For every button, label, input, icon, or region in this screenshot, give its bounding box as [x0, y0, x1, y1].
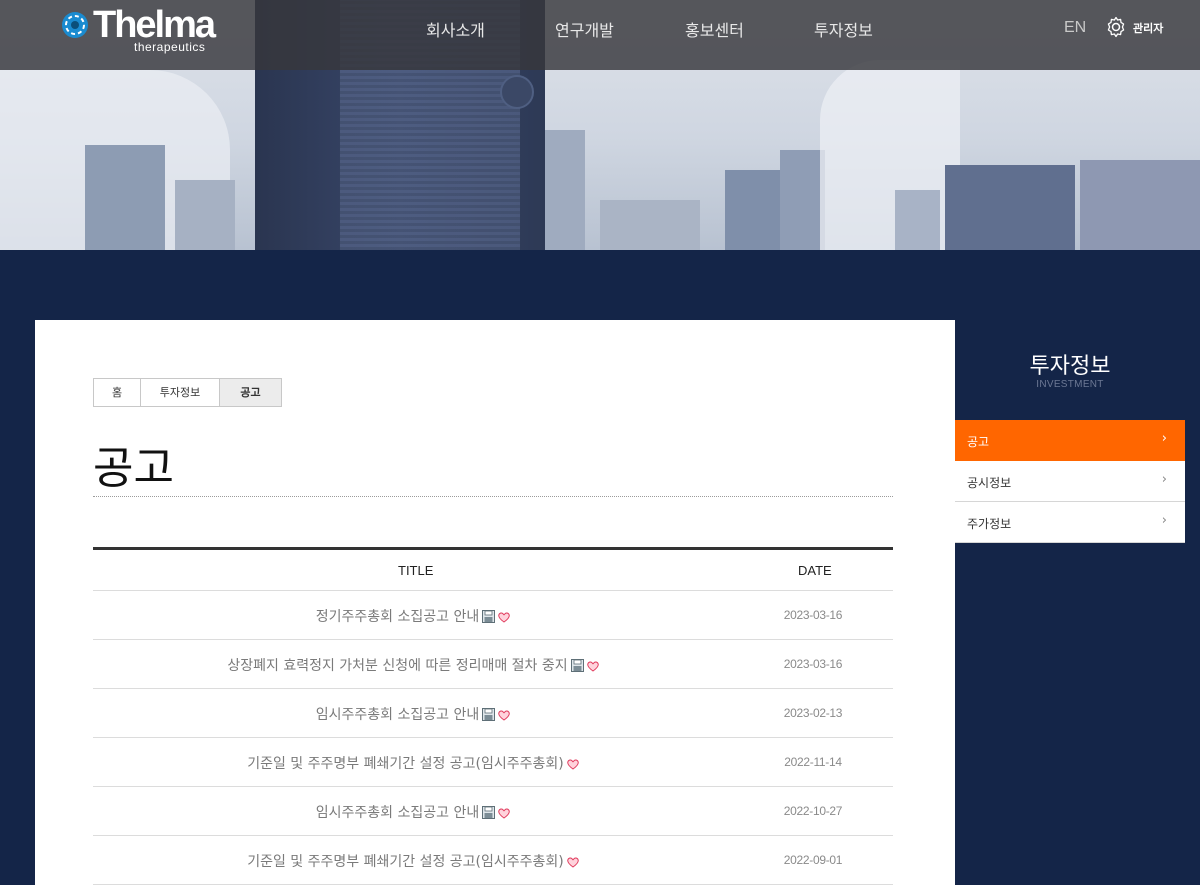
- sidebar-item-label: 공시정보: [967, 476, 1012, 490]
- notice-title-text[interactable]: 상장폐지 효력정지 가처분 신청에 따른 정리매매 절차 중지: [227, 658, 567, 674]
- notice-table: TITLE DATE 정기주주총회 소집공고 안내 2023-03-16 상장폐지 …: [93, 547, 893, 885]
- table-row[interactable]: 임시주주총회 소집공고 안내 2023-02-13: [93, 689, 893, 738]
- attachment-file-icon: [482, 708, 496, 725]
- notice-title-text[interactable]: 기준일 및 주주명부 폐쇄기간 설정 공고(임시주주총회): [247, 756, 564, 772]
- chevron-right-icon: ›: [1161, 513, 1167, 528]
- main-content: 홈 투자정보 공고 공고 TITLE DATE 정기주주총회 소집공고 안내 20…: [35, 320, 955, 885]
- nav-item-company[interactable]: 회사소개: [426, 17, 485, 41]
- table-row[interactable]: 임시주주총회 소집공고 안내 2022-10-27: [93, 787, 893, 836]
- column-header-date: DATE: [798, 563, 832, 578]
- table-header: TITLE DATE: [93, 550, 893, 591]
- chevron-right-icon: ›: [1161, 431, 1167, 446]
- admin-label: 관리자: [1133, 22, 1164, 35]
- sidebar-item[interactable]: 공고 ›: [955, 420, 1185, 461]
- notice-title[interactable]: 상장폐지 효력정지 가처분 신청에 따른 정리매매 절차 중지: [93, 655, 733, 676]
- table-row[interactable]: 기준일 및 주주명부 폐쇄기간 설정 공고(임시주주총회) 2022-09-01: [93, 836, 893, 885]
- notice-title[interactable]: 정기주주총회 소집공고 안내: [93, 606, 733, 627]
- page-title: 공고: [93, 443, 174, 494]
- logo-subtitle: therapeutics: [134, 40, 206, 54]
- sidebar-title: 투자정보: [1029, 354, 1111, 379]
- attachment-file-icon: [482, 610, 496, 627]
- nav-item-investment[interactable]: 투자정보: [814, 17, 873, 41]
- notice-title[interactable]: 기준일 및 주주명부 폐쇄기간 설정 공고(임시주주총회): [93, 851, 733, 872]
- sidebar: 투자정보 INVESTMENT 공고 › 공시정보 › 주가정보 ›: [955, 320, 1185, 543]
- notice-date: 2023-03-16: [783, 608, 843, 622]
- breadcrumb-investment[interactable]: 투자정보: [141, 379, 220, 406]
- sidebar-item-label: 공고: [967, 435, 990, 449]
- language-link[interactable]: EN: [1064, 19, 1086, 37]
- table-row[interactable]: 기준일 및 주주명부 폐쇄기간 설정 공고(임시주주총회) 2022-11-14: [93, 738, 893, 787]
- nav-item-research[interactable]: 연구개발: [555, 17, 614, 41]
- heart-icon: [498, 611, 511, 627]
- nav-item-pr[interactable]: 홍보센터: [685, 17, 744, 41]
- heart-icon: [498, 709, 511, 725]
- sidebar-item[interactable]: 주가정보 ›: [955, 502, 1185, 543]
- logo-swirl-icon: [62, 12, 88, 38]
- notice-date: 2022-09-01: [783, 853, 843, 867]
- notice-title-text[interactable]: 임시주주총회 소집공고 안내: [316, 805, 479, 821]
- sidebar-menu: 공고 › 공시정보 › 주가정보 ›: [955, 420, 1185, 543]
- sidebar-header: 투자정보 INVESTMENT: [955, 320, 1185, 420]
- table-row[interactable]: 정기주주총회 소집공고 안내 2023-03-16: [93, 591, 893, 640]
- breadcrumb: 홈 투자정보 공고: [93, 378, 282, 407]
- notice-title-text[interactable]: 임시주주총회 소집공고 안내: [316, 707, 479, 723]
- notice-title[interactable]: 임시주주총회 소집공고 안내: [93, 704, 733, 725]
- title-divider: [93, 496, 893, 497]
- column-header-title: TITLE: [398, 563, 434, 578]
- notice-title[interactable]: 기준일 및 주주명부 폐쇄기간 설정 공고(임시주주총회): [93, 753, 733, 774]
- sidebar-item[interactable]: 공시정보 ›: [955, 461, 1185, 502]
- sidebar-item-label: 주가정보: [967, 517, 1012, 531]
- notice-date: 2023-03-16: [783, 657, 843, 671]
- gear-icon: [1107, 16, 1125, 38]
- notice-title[interactable]: 임시주주총회 소집공고 안내: [93, 802, 733, 823]
- breadcrumb-current[interactable]: 공고: [220, 379, 281, 406]
- sidebar-subtitle: INVESTMENT: [1036, 379, 1104, 390]
- attachment-file-icon: [570, 659, 584, 676]
- logo[interactable]: Thelma therapeutics: [60, 4, 230, 58]
- attachment-file-icon: [482, 806, 496, 823]
- chevron-right-icon: ›: [1161, 472, 1167, 487]
- notice-title-text[interactable]: 정기주주총회 소집공고 안내: [316, 609, 479, 625]
- notice-title-text[interactable]: 기준일 및 주주명부 폐쇄기간 설정 공고(임시주주총회): [247, 854, 564, 870]
- notice-date: 2022-10-27: [783, 804, 843, 818]
- heart-icon: [566, 758, 579, 774]
- heart-icon: [586, 660, 599, 676]
- notice-date: 2022-11-14: [784, 755, 842, 769]
- top-navigation-bar: Thelma therapeutics 회사소개 연구개발 홍보센터 투자정보 …: [0, 0, 1200, 70]
- table-row[interactable]: 상장폐지 효력정지 가처분 신청에 따른 정리매매 절차 중지 2023-03-1…: [93, 640, 893, 689]
- notice-date: 2023-02-13: [783, 706, 843, 720]
- breadcrumb-home[interactable]: 홈: [94, 379, 141, 406]
- heart-icon: [498, 807, 511, 823]
- heart-icon: [566, 856, 579, 872]
